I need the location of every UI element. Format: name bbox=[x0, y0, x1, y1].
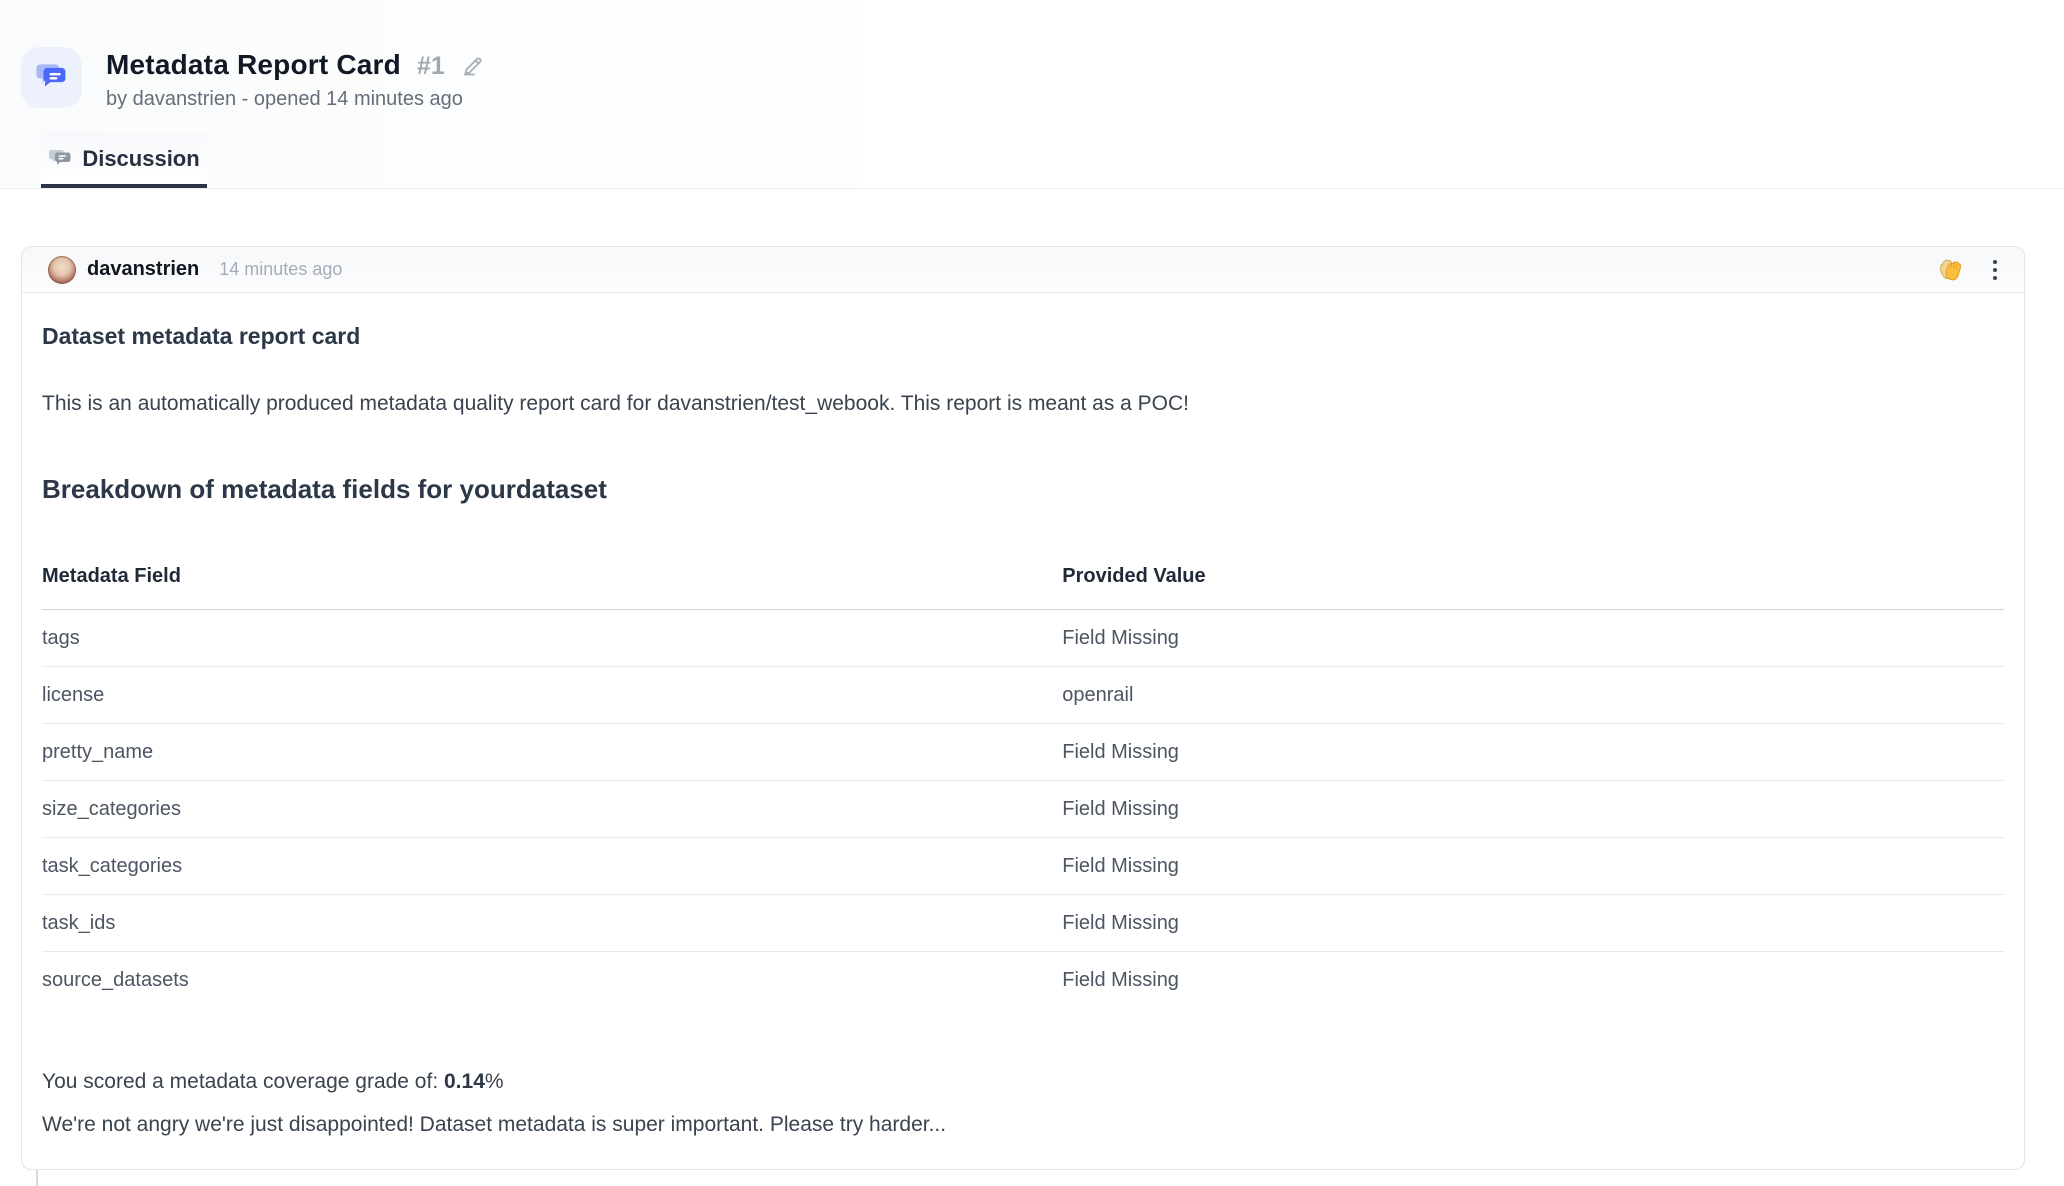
metadata-field-cell: size_categories bbox=[42, 780, 1063, 838]
comment-header: davanstrien 14 minutes ago bbox=[22, 247, 2024, 293]
metadata-table: Metadata Field Provided Value tags Field … bbox=[42, 565, 2004, 1008]
metadata-field-cell: tags bbox=[42, 609, 1063, 667]
score-suffix: % bbox=[484, 1070, 504, 1093]
provided-value-cell: Field Missing bbox=[1062, 969, 1179, 991]
page-header: Metadata Report Card #1 by davanstrien -… bbox=[0, 0, 2064, 189]
comment-author[interactable]: davanstrien bbox=[87, 258, 199, 281]
issue-number: #1 bbox=[416, 52, 445, 80]
score-value: 0.14 bbox=[444, 1070, 485, 1093]
comment-card: davanstrien 14 minutes ago Dataset metad… bbox=[21, 246, 2025, 1170]
column-header-provided-value: Provided Value bbox=[1062, 565, 2004, 610]
table-row: size_categories Field Missing bbox=[42, 780, 2004, 838]
page-title: Metadata Report Card bbox=[106, 49, 401, 80]
closing-line: We're not angry we're just disappointed!… bbox=[42, 1113, 947, 1136]
tab-bar: Discussion bbox=[0, 134, 2064, 189]
clapping-hands-emoji[interactable] bbox=[1934, 255, 1966, 285]
pencil-icon[interactable] bbox=[461, 52, 485, 81]
table-row: pretty_name Field Missing bbox=[42, 723, 2004, 781]
table-row: task_ids Field Missing bbox=[42, 894, 2004, 952]
comment-heading: Dataset metadata report card bbox=[42, 323, 361, 349]
metadata-field-cell: pretty_name bbox=[42, 723, 1063, 781]
provided-value-cell: Field Missing bbox=[1062, 894, 2004, 952]
comment-timestamp: 14 minutes ago bbox=[219, 259, 343, 279]
tab-discussion-label: Discussion bbox=[82, 146, 200, 171]
table-row: tags Field Missing bbox=[42, 609, 2004, 667]
column-header-metadata-field: Metadata Field bbox=[42, 565, 1063, 610]
section-heading: Breakdown of metadata fields for yourdat… bbox=[42, 474, 607, 504]
tab-discussion[interactable]: Discussion bbox=[41, 134, 207, 188]
metadata-field-cell: task_ids bbox=[42, 894, 1063, 952]
table-header-row: Metadata Field Provided Value bbox=[42, 565, 2004, 610]
metadata-field-cell: task_categories bbox=[42, 837, 1063, 895]
provided-value-cell: openrail bbox=[1062, 666, 2004, 724]
score-prefix: You scored a metadata coverage grade of: bbox=[42, 1070, 444, 1093]
thread-connector-line bbox=[36, 1170, 38, 1186]
metadata-field-cell: license bbox=[42, 666, 1063, 724]
provided-value-cell: Field Missing bbox=[1062, 723, 2004, 781]
table-row: license openrail bbox=[42, 666, 2004, 724]
table-row: task_categories Field Missing bbox=[42, 837, 2004, 895]
provided-value-cell: Field Missing bbox=[1062, 837, 2004, 895]
chat-bubbles-icon bbox=[35, 58, 69, 97]
discussion-chat-icon bbox=[48, 145, 72, 174]
avatar[interactable] bbox=[48, 255, 76, 284]
table-row: source_datasets Field Missing bbox=[42, 952, 2004, 1009]
kebab-menu-icon[interactable] bbox=[1984, 255, 2006, 285]
metadata-table-body: tags Field Missing license openrail pretty_n… bbox=[42, 609, 2004, 1009]
discussion-type-icon-box bbox=[21, 47, 82, 108]
provided-value-cell: Field Missing bbox=[1062, 609, 2004, 667]
comment-body: Dataset metadata report card This is an … bbox=[22, 293, 2024, 1137]
score-line: You scored a metadata coverage grade of:… bbox=[42, 1070, 2004, 1094]
comment-intro: This is an automatically produced metada… bbox=[42, 392, 1190, 415]
metadata-field-cell: source_datasets bbox=[42, 969, 189, 991]
byline: by davanstrien - opened 14 minutes ago bbox=[106, 88, 463, 110]
provided-value-cell: Field Missing bbox=[1062, 780, 2004, 838]
